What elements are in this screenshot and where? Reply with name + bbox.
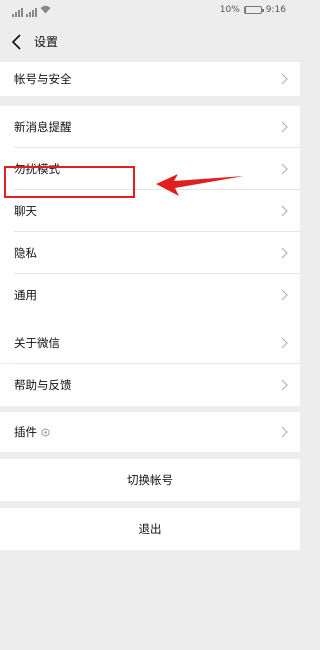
battery-percent: 10% xyxy=(219,5,240,15)
status-bar: 10% 9:16 xyxy=(0,0,300,22)
signal-icon xyxy=(26,8,37,17)
switch-account-label: 切换帐号 xyxy=(127,473,173,487)
chevron-right-icon xyxy=(281,379,288,391)
status-icons-right: 10% 9:16 xyxy=(220,5,286,15)
highlight-box xyxy=(4,166,135,198)
menu-item-plugins[interactable]: 插件 xyxy=(0,412,300,452)
chevron-right-icon xyxy=(281,73,288,85)
menu-item-about[interactable]: 关于微信 xyxy=(0,323,300,363)
plugin-icon xyxy=(41,428,50,437)
chevron-right-icon xyxy=(281,247,288,258)
menu-item-label: 隐私 xyxy=(14,245,37,260)
menu-item-new-message-alerts[interactable]: 新消息提醒 xyxy=(0,106,300,147)
menu-item-account-security[interactable]: 帐号与安全 xyxy=(0,62,300,96)
menu-item-label: 帮助与反馈 xyxy=(14,378,72,392)
status-icons-left xyxy=(12,5,51,17)
menu-item-privacy[interactable]: 隐私 xyxy=(0,232,300,273)
nav-bar: 设置 xyxy=(0,26,300,58)
menu-item-label-wrap: 插件 xyxy=(14,424,50,440)
wifi-icon xyxy=(40,5,51,17)
signal-icon xyxy=(12,8,23,17)
menu-item-label: 关于微信 xyxy=(14,336,60,350)
menu-item-general[interactable]: 通用 xyxy=(0,274,300,316)
pointer-arrow xyxy=(156,174,244,196)
chevron-right-icon xyxy=(281,426,288,438)
settings-screen: 10% 9:16 设置 帐号与安全 新消息提醒 勿扰模式 聊天 隐私 通用 关于… xyxy=(0,0,300,650)
logout-label: 退出 xyxy=(138,522,162,536)
menu-item-label: 插件 xyxy=(14,425,37,439)
chevron-right-icon xyxy=(281,289,288,301)
logout-button[interactable]: 退出 xyxy=(0,508,300,550)
chevron-right-icon xyxy=(281,121,288,132)
menu-item-label: 新消息提醒 xyxy=(14,119,72,134)
chevron-right-icon xyxy=(281,163,288,174)
page-title: 设置 xyxy=(34,35,59,49)
battery-icon xyxy=(243,6,264,14)
status-time: 9:16 xyxy=(265,5,286,15)
menu-item-label: 聊天 xyxy=(14,203,37,218)
menu-item-label: 帐号与安全 xyxy=(14,72,72,86)
menu-item-help-feedback[interactable]: 帮助与反馈 xyxy=(0,364,300,406)
back-arrow-icon[interactable] xyxy=(10,32,24,52)
menu-item-label: 通用 xyxy=(14,288,37,302)
battery-level xyxy=(244,7,247,13)
chevron-right-icon xyxy=(281,205,288,216)
switch-account-button[interactable]: 切换帐号 xyxy=(0,459,300,501)
chevron-right-icon xyxy=(281,337,288,349)
